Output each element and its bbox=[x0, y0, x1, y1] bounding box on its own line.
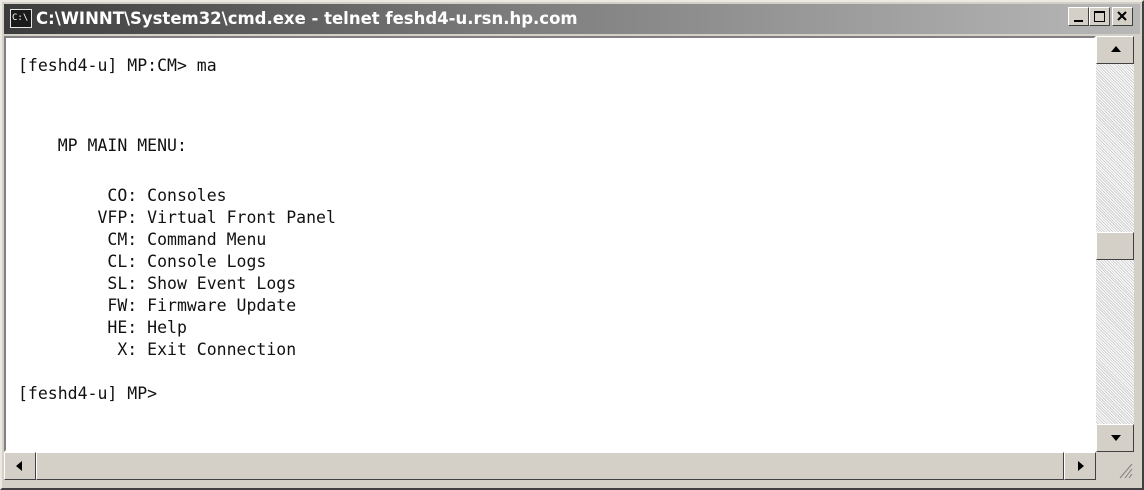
terminal-line: MP MAIN MENU: bbox=[18, 136, 187, 155]
terminal-line: X: Exit Connection bbox=[18, 340, 297, 359]
scroll-left-button[interactable] bbox=[4, 452, 36, 480]
minimize-icon bbox=[1074, 20, 1083, 22]
scroll-up-button[interactable] bbox=[1096, 36, 1134, 64]
terminal-line: FW: Firmware Update bbox=[18, 296, 297, 315]
resize-grip[interactable] bbox=[1096, 452, 1134, 480]
window-title: C:\WINNT\System32\cmd.exe - telnet feshd… bbox=[36, 9, 578, 28]
terminal-line: CL: Console Logs bbox=[18, 252, 267, 271]
minimize-button[interactable] bbox=[1068, 7, 1089, 26]
scroll-down-button[interactable] bbox=[1096, 424, 1134, 452]
terminal-prompt: [feshd4-u] MP> bbox=[18, 384, 158, 403]
close-button[interactable] bbox=[1112, 7, 1133, 26]
maximize-button[interactable] bbox=[1089, 7, 1110, 26]
cmd-icon[interactable]: C:\ bbox=[10, 9, 32, 28]
arrow-down-icon bbox=[1111, 435, 1121, 441]
terminal-line: VFP: Virtual Front Panel bbox=[18, 208, 336, 227]
vertical-scroll-thumb[interactable] bbox=[1096, 232, 1134, 260]
terminal-line: CM: Command Menu bbox=[18, 230, 267, 249]
arrow-right-icon bbox=[1078, 461, 1084, 471]
arrow-left-icon bbox=[16, 461, 22, 471]
terminal-line: HE: Help bbox=[18, 318, 187, 337]
scroll-right-button[interactable] bbox=[1064, 452, 1096, 480]
close-icon bbox=[1117, 11, 1127, 21]
arrow-up-icon bbox=[1111, 46, 1121, 52]
title-bar[interactable]: C:\ C:\WINNT\System32\cmd.exe - telnet f… bbox=[4, 4, 1140, 34]
maximize-icon bbox=[1094, 11, 1105, 22]
terminal-line: CO: Consoles bbox=[18, 186, 227, 205]
terminal-line: SL: Show Event Logs bbox=[18, 274, 297, 293]
terminal-output[interactable]: [feshd4-u] MP:CM> ma MP MAIN MENU: CO: C… bbox=[4, 36, 1096, 452]
resize-grip-icon bbox=[1119, 463, 1133, 479]
terminal-line: [feshd4-u] MP:CM> ma bbox=[18, 56, 217, 75]
horizontal-scroll-thumb[interactable] bbox=[36, 452, 1064, 480]
